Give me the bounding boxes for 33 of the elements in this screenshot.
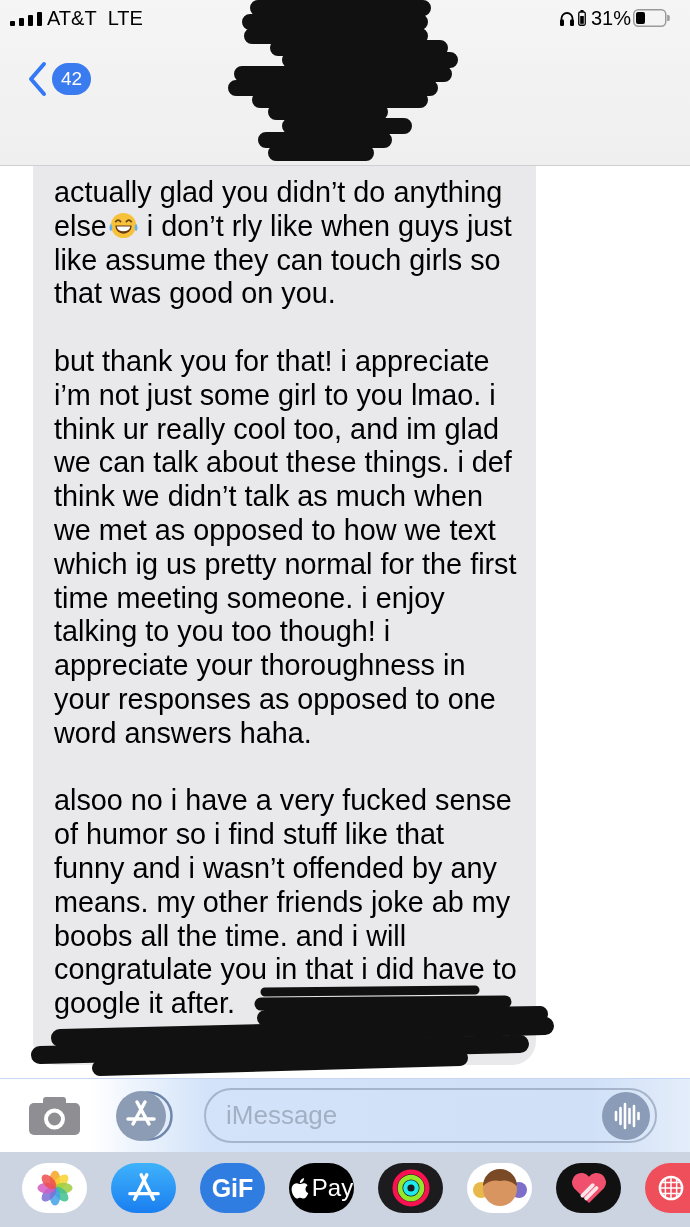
photos-button[interactable] bbox=[22, 1163, 87, 1213]
headphones-icon bbox=[558, 10, 575, 26]
unread-count-badge[interactable]: 42 bbox=[52, 63, 92, 95]
apple-icon bbox=[289, 1177, 309, 1199]
battery-percent: 31% bbox=[590, 6, 631, 30]
message-text: alsoo no i have a very fucked sense of humor so i find stuff like that funny and i wasn’t offended by any means. my other friends joke ab my boobs all the time. and i will congratulate you in that i did have to google it after. bbox=[54, 784, 517, 1020]
heart-icon bbox=[569, 1171, 608, 1205]
small-battery-icon bbox=[577, 10, 586, 26]
rings-icon bbox=[391, 1169, 430, 1207]
avatar-circle-icon bbox=[471, 1168, 528, 1208]
message-text: i don’t rly like when guys just bbox=[146, 209, 512, 242]
message-text: actually glad you didn’t do anything bbox=[54, 176, 503, 208]
heart-button[interactable] bbox=[556, 1163, 621, 1213]
carrier-label: AT&T bbox=[47, 6, 97, 30]
message-text: else bbox=[54, 209, 107, 242]
waveform-icon[interactable] bbox=[602, 1091, 650, 1140]
chevron-icon bbox=[27, 61, 47, 97]
camera-icon[interactable] bbox=[29, 1096, 80, 1135]
stickers-button[interactable] bbox=[467, 1163, 532, 1213]
globe-icon bbox=[657, 1174, 685, 1202]
message-text: but thank you for that! i appreciate i’m not just some girl to you lmao. i think ur really cool too, and im glad we can talk about these things. i def think we didn’t talk as much when we met as opposed to how we text which ig us pretty normal for the first time meeting someone. i enjoy talking to you too though! i appreciate your thoroughness in your responses as opposed to one word answers haha. bbox=[54, 345, 517, 749]
battery-icon bbox=[633, 9, 670, 27]
network-label: LTE bbox=[107, 6, 143, 30]
app-store-button[interactable] bbox=[111, 1163, 176, 1213]
web-app-button[interactable] bbox=[645, 1163, 690, 1213]
signal-icon bbox=[10, 11, 42, 26]
pay-button[interactable]: Pay bbox=[289, 1163, 354, 1213]
activity-button[interactable] bbox=[378, 1163, 443, 1213]
back-button[interactable] bbox=[27, 61, 47, 97]
gif-button[interactable]: GiF bbox=[200, 1163, 265, 1213]
flower-icon bbox=[35, 1169, 74, 1207]
apps-icon[interactable] bbox=[116, 1090, 174, 1141]
message-text: like assume they can touch girls so that was good on you. bbox=[54, 243, 501, 310]
